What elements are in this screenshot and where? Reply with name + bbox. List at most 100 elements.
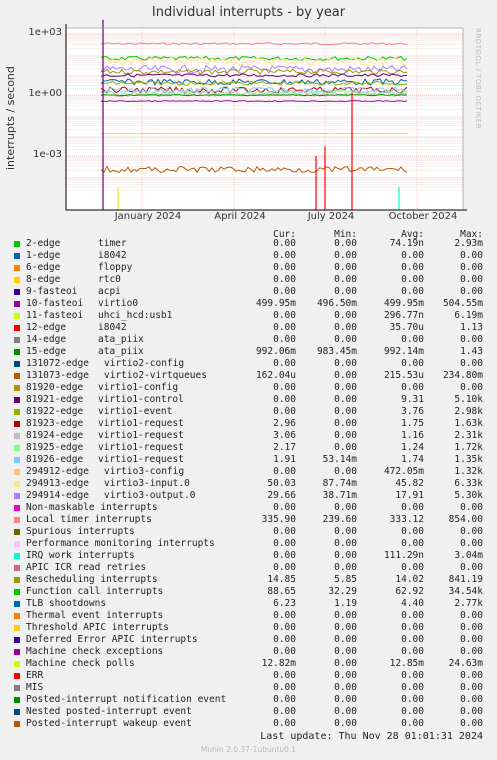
legend-min-value: 32.29 <box>328 586 357 597</box>
legend-swatch <box>14 457 20 463</box>
legend-row: 131072-edge virtio2-config 0.00 0.00 0.00 0.0… <box>14 358 484 370</box>
legend-min-value: 0.00 <box>334 310 357 321</box>
legend-min-value: 0.00 <box>334 250 357 261</box>
legend-max-value: 234.80m <box>442 370 483 381</box>
legend-device-name: ata_piix <box>98 334 144 345</box>
legend-swatch <box>14 553 20 559</box>
legend-series-name: MIS <box>26 682 44 693</box>
legend-series-name: 81924-edge <box>26 430 84 441</box>
legend-cur-value: 0.00 <box>273 538 296 549</box>
legend-min-value: 0.00 <box>334 670 357 681</box>
legend-swatch <box>14 481 20 487</box>
legend-min-value: 1.19 <box>334 598 357 609</box>
legend-min-value: 0.00 <box>334 682 357 693</box>
legend-cur-value: 88.65 <box>267 586 296 597</box>
legend-swatch <box>14 709 20 715</box>
legend-cur-value: 0.00 <box>273 646 296 657</box>
legend-swatch <box>14 697 20 703</box>
legend-min-value: 0.00 <box>334 538 357 549</box>
legend-cur-value: 0.00 <box>273 358 296 369</box>
legend-max-value: 0.00 <box>460 562 483 573</box>
legend-max-value: 0.00 <box>460 502 483 513</box>
legend-max-value: 3.04m <box>454 550 483 561</box>
legend-cur-value: 0.00 <box>273 322 296 333</box>
legend-device-name: rtc0 <box>98 274 121 285</box>
plot-area <box>65 19 467 211</box>
legend-swatch <box>14 241 20 247</box>
legend-series-name: Non-maskable interrupts <box>26 502 158 513</box>
y-tick-label: 1e+03 <box>28 27 62 38</box>
legend-row: 81926-edge virtio1-request 1.91 53.14m 1.74 1… <box>14 454 484 466</box>
legend-series-name: 14-edge <box>26 334 67 345</box>
legend-min-value: 0.00 <box>334 694 357 705</box>
legend-device-name: acpi <box>98 286 121 297</box>
legend-max-value: 0.00 <box>460 670 483 681</box>
legend-swatch <box>14 625 20 631</box>
legend-min-value: 0.00 <box>334 526 357 537</box>
legend-series-name: Spurious interrupts <box>26 526 135 537</box>
legend-max-value: 5.10k <box>454 394 483 405</box>
legend-cur-value: 0.00 <box>273 526 296 537</box>
legend-series-name: Machine check polls <box>26 658 135 669</box>
legend-series-name: APIC ICR read retries <box>26 562 147 573</box>
legend-min-value: 239.60 <box>322 514 357 525</box>
legend-row: Nested posted-interrupt event 0.00 0.00 0.0… <box>14 706 484 718</box>
legend-max-value: 24.63m <box>448 658 483 669</box>
legend-cur-value: 0.00 <box>273 502 296 513</box>
legend-series-name: 81922-edge <box>26 406 84 417</box>
legend-row: Function call interrupts 88.65 32.29 62.92 3… <box>14 586 484 598</box>
legend-min-value: 0.00 <box>334 322 357 333</box>
legend-row: TLB shootdowns 6.23 1.19 4.40 2.77k <box>14 598 484 610</box>
series-machine-check-polls <box>100 132 408 135</box>
legend-max-value: 0.00 <box>460 646 483 657</box>
legend-cur-value: 335.90 <box>261 514 296 525</box>
legend-cur-value: 0.00 <box>273 250 296 261</box>
legend-row: Machine check exceptions 0.00 0.00 0.00 0.00 <box>14 646 484 658</box>
legend-series-name: 6-edge <box>26 262 61 273</box>
legend-min-value: 0.00 <box>334 406 357 417</box>
y-tick-label: 1e-03 <box>33 149 62 160</box>
legend-row: 1-edge i8042 0.00 0.00 0.00 0.00 <box>14 250 484 262</box>
legend-series-name: TLB shootdowns <box>26 598 107 609</box>
legend-min-value: 0.00 <box>334 466 357 477</box>
legend-row: Rescheduling interrupts 14.85 5.85 14.02 841… <box>14 574 484 586</box>
legend-device-name: virtio3-output.0 <box>104 490 196 501</box>
legend-series-name: Posted-interrupt notification event <box>26 694 227 705</box>
legend-max-value: 504.55m <box>442 298 483 309</box>
legend-cur-value: 0.00 <box>273 634 296 645</box>
legend-row: MIS 0.00 0.00 0.00 0.00 <box>14 682 484 694</box>
legend-row: 81925-edge virtio1-request 2.17 0.00 1.24 1.7… <box>14 442 484 454</box>
legend-series-name: Nested posted-interrupt event <box>26 706 192 717</box>
legend-max-value: 0.00 <box>460 526 483 537</box>
legend-max-value: 0.00 <box>460 634 483 645</box>
legend-series-name: Thermal event interrupts <box>26 610 164 621</box>
legend-cur-value: 0.00 <box>273 262 296 273</box>
legend-device-name: virtio1-control <box>98 394 184 405</box>
legend-series-name: 2-edge <box>26 238 61 249</box>
legend-row: 294912-edge virtio3-config 0.00 0.00 472.05m… <box>14 466 484 478</box>
legend-swatch <box>14 349 20 355</box>
legend-min-value: 0.00 <box>334 394 357 405</box>
legend-swatch <box>14 493 20 499</box>
legend-max-value: 0.00 <box>460 250 483 261</box>
legend-series-name: 131073-edge <box>26 370 89 381</box>
legend-row: Performance monitoring interrupts 0.00 0.0… <box>14 538 484 550</box>
legend-series-name: Function call interrupts <box>26 586 164 597</box>
legend-row: 6-edge floppy 0.00 0.00 0.00 0.00 <box>14 262 484 274</box>
legend-max-value: 6.19m <box>454 310 483 321</box>
legend-max-value: 2.31k <box>454 430 483 441</box>
legend-swatch <box>14 721 20 727</box>
legend-swatch <box>14 505 20 511</box>
legend-swatch <box>14 673 20 679</box>
legend-max-value: 1.72k <box>454 442 483 453</box>
legend-max-value: 6.33k <box>454 478 483 489</box>
legend-min-value: 0.00 <box>334 610 357 621</box>
legend-max-value: 0.00 <box>460 682 483 693</box>
legend-min-value: 0.00 <box>334 430 357 441</box>
legend-max-value: 0.00 <box>460 358 483 369</box>
legend-device-name: virtio1-request <box>98 418 184 429</box>
legend-row: 14-edge ata_piix 0.00 0.00 0.00 0.00 <box>14 334 484 346</box>
legend-min-value: 0.00 <box>334 646 357 657</box>
legend-row: 12-edge i8042 0.00 0.00 35.70u 1.13 <box>14 322 484 334</box>
legend-cur-value: 1.91 <box>273 454 296 465</box>
